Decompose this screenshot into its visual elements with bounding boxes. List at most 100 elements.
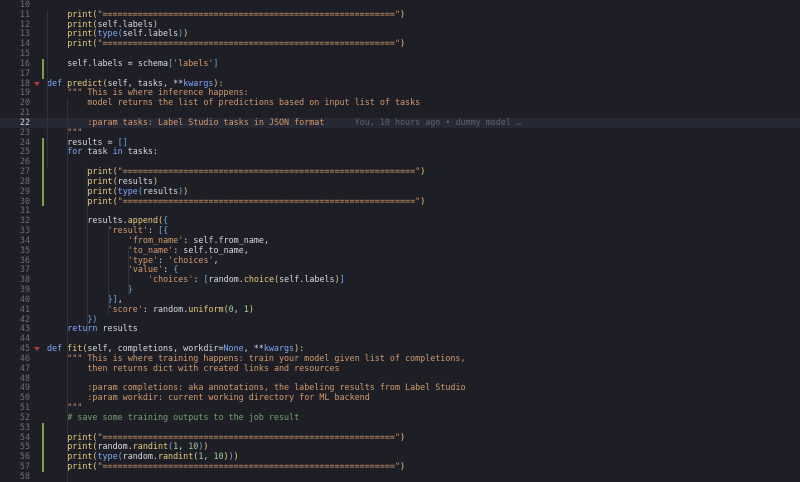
code-token: :param tasks: Label Studio tasks in JSON… [87, 116, 325, 127]
code-token: print [67, 451, 93, 462]
code-line[interactable]: 16 self.labels = schema['labels'] [0, 57, 800, 69]
code-line[interactable]: 47 then returns dict with created links a… [0, 363, 800, 374]
git-modified-marker[interactable] [42, 452, 44, 462]
code-line[interactable]: 25 for task in tasks: [0, 147, 800, 158]
git-modified-marker[interactable] [42, 442, 44, 453]
code-token: ) [399, 38, 406, 49]
code-token: "=======================================… [97, 431, 400, 442]
code-token: self.labels [279, 274, 335, 285]
indent-guide [67, 353, 69, 482]
code-line[interactable]: 37'value': { [0, 264, 800, 275]
code-token: 10 [213, 451, 224, 462]
code-token: def [47, 77, 68, 88]
code-line[interactable]: 30 print("===============================… [0, 195, 800, 207]
code-token: , [117, 293, 123, 304]
code-text: :param workdir: current working director… [87, 392, 369, 403]
code-text: model returns the list of predictions ba… [87, 97, 420, 108]
code-text: print("=================================… [67, 461, 405, 472]
git-deleted-marker[interactable] [34, 81, 40, 86]
code-token: 'labels' [173, 57, 214, 68]
git-modified-marker[interactable] [42, 58, 44, 69]
code-editor[interactable]: 10 11 print("=============================… [0, 0, 800, 482]
code-token: print [87, 166, 113, 177]
code-token: ) [420, 166, 426, 177]
code-line[interactable]: 57 print("===============================… [0, 461, 800, 472]
code-token: 'result' [107, 225, 148, 236]
code-line[interactable]: 33'result': [{ [0, 225, 800, 236]
git-modified-marker[interactable] [42, 422, 44, 433]
code-line[interactable]: 38'choices': [random.choice(self.labels)… [0, 274, 800, 285]
code-token: ) [420, 195, 426, 206]
code-token: ) [399, 431, 406, 442]
code-line[interactable]: 50:param workdir: current working direct… [0, 392, 800, 403]
code-token: print [67, 441, 93, 452]
code-token: type [97, 28, 118, 39]
code-token: 'score' [107, 303, 143, 314]
code-text: 'score': random.uniform(0, 1) [107, 303, 254, 315]
code-token: random. [97, 441, 133, 452]
code-token: { [163, 215, 169, 226]
git-modified-marker[interactable] [42, 176, 44, 187]
code-token: : [147, 225, 159, 236]
code-token: results [142, 185, 179, 196]
code-token: type [97, 451, 118, 462]
code-token: print [87, 185, 113, 196]
code-token: type [117, 185, 138, 196]
code-token: ) [183, 185, 189, 196]
code-line[interactable]: 35'to_name': self.to_name, [0, 244, 800, 256]
code-token: 10 [188, 441, 199, 452]
code-token: fit [67, 343, 83, 354]
git-modified-marker[interactable] [42, 432, 44, 443]
code-line[interactable]: 34'from_name': self.from_name, [0, 234, 800, 246]
code-line[interactable]: 52 # save some training outputs to the jo… [0, 411, 800, 423]
code-token: ) [203, 441, 209, 452]
code-line[interactable]: 14 print("===============================… [0, 38, 800, 49]
code-token: self, tasks, ** [107, 77, 184, 88]
code-token: 'choices' [168, 254, 214, 265]
code-token: # save some training outputs to the job … [67, 411, 300, 422]
code-token: "=======================================… [97, 38, 400, 49]
indent-guide [127, 245, 129, 295]
code-token: 'to_name' [127, 244, 174, 255]
git-modified-marker[interactable] [42, 167, 44, 177]
code-token: , [178, 441, 189, 452]
code-token: ) [152, 175, 158, 186]
code-token: in [112, 146, 128, 157]
code-token: print [67, 431, 93, 442]
code-token: ): [294, 343, 305, 354]
code-token: , ** [243, 343, 264, 354]
git-deleted-marker[interactable] [34, 347, 40, 352]
code-token: ] [339, 274, 345, 285]
code-token: , [233, 303, 244, 314]
code-token: : [193, 274, 204, 285]
git-modified-marker[interactable] [42, 462, 44, 472]
code-line[interactable]: 36'type': 'choices', [0, 254, 800, 266]
git-modified-marker[interactable] [42, 186, 44, 197]
code-token: kwargs [183, 77, 214, 88]
code-token: ) [248, 303, 254, 314]
code-token: ) [399, 8, 406, 19]
code-text: :param tasks: Label Studio tasks in JSON… [87, 116, 521, 128]
code-token: 'from_name' [127, 234, 184, 245]
git-modified-marker[interactable] [42, 157, 44, 168]
code-text: for task in tasks: [67, 147, 158, 157]
code-text: return results [67, 323, 138, 334]
code-line[interactable]: 20 model returns the list of predictions … [0, 97, 800, 108]
code-token: , [203, 451, 214, 462]
code-token: results [102, 323, 138, 334]
code-line[interactable]: 58 [0, 471, 800, 482]
code-token: ] [213, 57, 219, 68]
git-modified-marker[interactable] [42, 147, 44, 158]
code-line[interactable]: 22:param tasks: Label Studio tasks in JS… [0, 116, 800, 128]
git-modified-marker[interactable] [42, 137, 44, 148]
code-line[interactable]: 41'score': random.uniform(0, 1) [0, 303, 800, 315]
code-line[interactable]: 43 return results [0, 323, 800, 334]
code-token: self.labels = schema [67, 57, 169, 68]
code-token: task [87, 146, 113, 157]
code-token: : [163, 264, 174, 275]
git-modified-marker[interactable] [42, 196, 44, 207]
code-token: results. [87, 215, 128, 226]
code-token: }) [87, 313, 98, 324]
git-modified-marker[interactable] [42, 68, 44, 79]
indent-guide [47, 9, 48, 168]
